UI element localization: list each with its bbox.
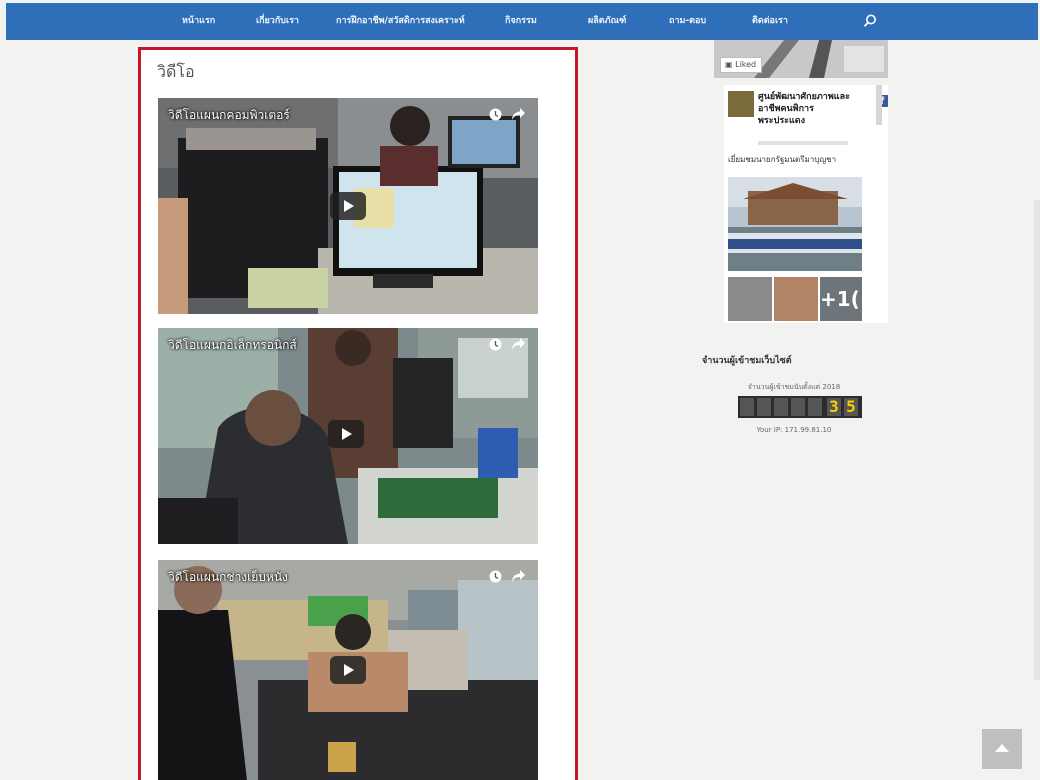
share-icon[interactable] bbox=[511, 569, 526, 583]
video-section: วิดีโอ วิดีโอแผนกคอมพิวเตอร์ วิดีโอแผนกอ… bbox=[138, 47, 578, 780]
visitor-counter-subtitle: จำนวนผู้เข้าชมนับตั้งแต่ 2018 bbox=[747, 383, 841, 391]
facebook-page-widget: ศูนย์พัฒนาศักยภาพและอาชีพคนพิการ พระประแ… bbox=[724, 85, 888, 323]
page-edge bbox=[1034, 200, 1040, 680]
counter-digit bbox=[757, 398, 771, 416]
visitor-ip: Your IP: 171.99.81.10 bbox=[756, 426, 832, 434]
visitor-counter-title: จำนวนผู้เข้าชมเว็บไซต์ bbox=[702, 356, 792, 366]
facebook-cover-photo: ▣ Liked bbox=[714, 40, 888, 78]
top-navigation-bar: หน้าแรก เกี่ยวกับเรา การฝึกอาชีพ/สวัสดิก… bbox=[6, 3, 1038, 40]
facebook-photo-more[interactable]: +1( bbox=[820, 277, 862, 321]
post-meta bbox=[758, 141, 848, 145]
liked-button[interactable]: ▣ Liked bbox=[720, 57, 763, 73]
video-player-leather[interactable]: วิดีโอแผนกช่างเย็บหนัง bbox=[158, 560, 538, 780]
liked-label: Liked bbox=[735, 60, 757, 69]
search-icon[interactable] bbox=[862, 13, 878, 29]
more-photos-count: +1( bbox=[820, 287, 860, 311]
counter-digit bbox=[791, 398, 805, 416]
nav-item-home[interactable]: หน้าแรก bbox=[182, 3, 215, 40]
sidebar: ▣ Liked ศูนย์พัฒนาศักยภาพและอาชีพคนพิการ… bbox=[694, 40, 894, 780]
facebook-photo-thumbnail[interactable] bbox=[728, 277, 772, 321]
visitor-counter: 3 5 bbox=[738, 396, 862, 418]
counter-digit bbox=[740, 398, 754, 416]
play-button[interactable] bbox=[330, 656, 366, 684]
facebook-post-text: เยี่ยมชมนายกรัฐมนตรีมาบุญชา bbox=[728, 155, 837, 164]
video-player-electronics[interactable]: วิดีโอแผนกอิเล็กทรอนิกส์ bbox=[158, 328, 538, 544]
share-icon[interactable] bbox=[511, 107, 526, 121]
counter-digit bbox=[774, 398, 788, 416]
facebook-photo-thumbnail[interactable] bbox=[774, 277, 818, 321]
video-title: วิดีโอแผนกช่างเย็บหนัง bbox=[168, 570, 288, 584]
post-image bbox=[728, 177, 862, 271]
counter-digit bbox=[808, 398, 822, 416]
play-button[interactable] bbox=[328, 420, 364, 448]
watch-later-icon[interactable] bbox=[489, 570, 502, 583]
counter-digit: 5 bbox=[844, 398, 858, 416]
video-player-computer[interactable]: วิดีโอแผนกคอมพิวเตอร์ bbox=[158, 98, 538, 314]
back-to-top-button[interactable] bbox=[982, 729, 1022, 769]
page-logo[interactable] bbox=[728, 91, 754, 117]
nav-item-training[interactable]: การฝึกอาชีพ/สวัสดิการสงเคราะห์ bbox=[336, 3, 465, 40]
counter-digit: 3 bbox=[827, 398, 841, 416]
nav-item-about[interactable]: เกี่ยวกับเรา bbox=[256, 3, 299, 40]
nav-item-products[interactable]: ผลิตภัณฑ์ bbox=[588, 3, 626, 40]
nav-item-faq[interactable]: ถาม-ตอบ bbox=[669, 3, 706, 40]
watch-later-icon[interactable] bbox=[489, 338, 502, 351]
facebook-page-name[interactable]: ศูนย์พัฒนาศักยภาพและอาชีพคนพิการ พระประแ… bbox=[758, 91, 850, 127]
nav-item-activities[interactable]: กิจกรรม bbox=[505, 3, 537, 40]
facebook-post-photo[interactable] bbox=[728, 177, 862, 271]
watch-later-icon[interactable] bbox=[489, 108, 502, 121]
facebook-like-icon: ▣ bbox=[725, 60, 733, 69]
page-title: วิดีโอ bbox=[157, 62, 195, 81]
play-button[interactable] bbox=[330, 192, 366, 220]
video-title: วิดีโอแผนกอิเล็กทรอนิกส์ bbox=[168, 338, 297, 352]
share-icon[interactable] bbox=[511, 337, 526, 351]
facebook-widget-scrollbar[interactable] bbox=[876, 85, 882, 125]
nav-item-contact[interactable]: ติดต่อเรา bbox=[752, 3, 788, 40]
video-title: วิดีโอแผนกคอมพิวเตอร์ bbox=[168, 108, 290, 122]
